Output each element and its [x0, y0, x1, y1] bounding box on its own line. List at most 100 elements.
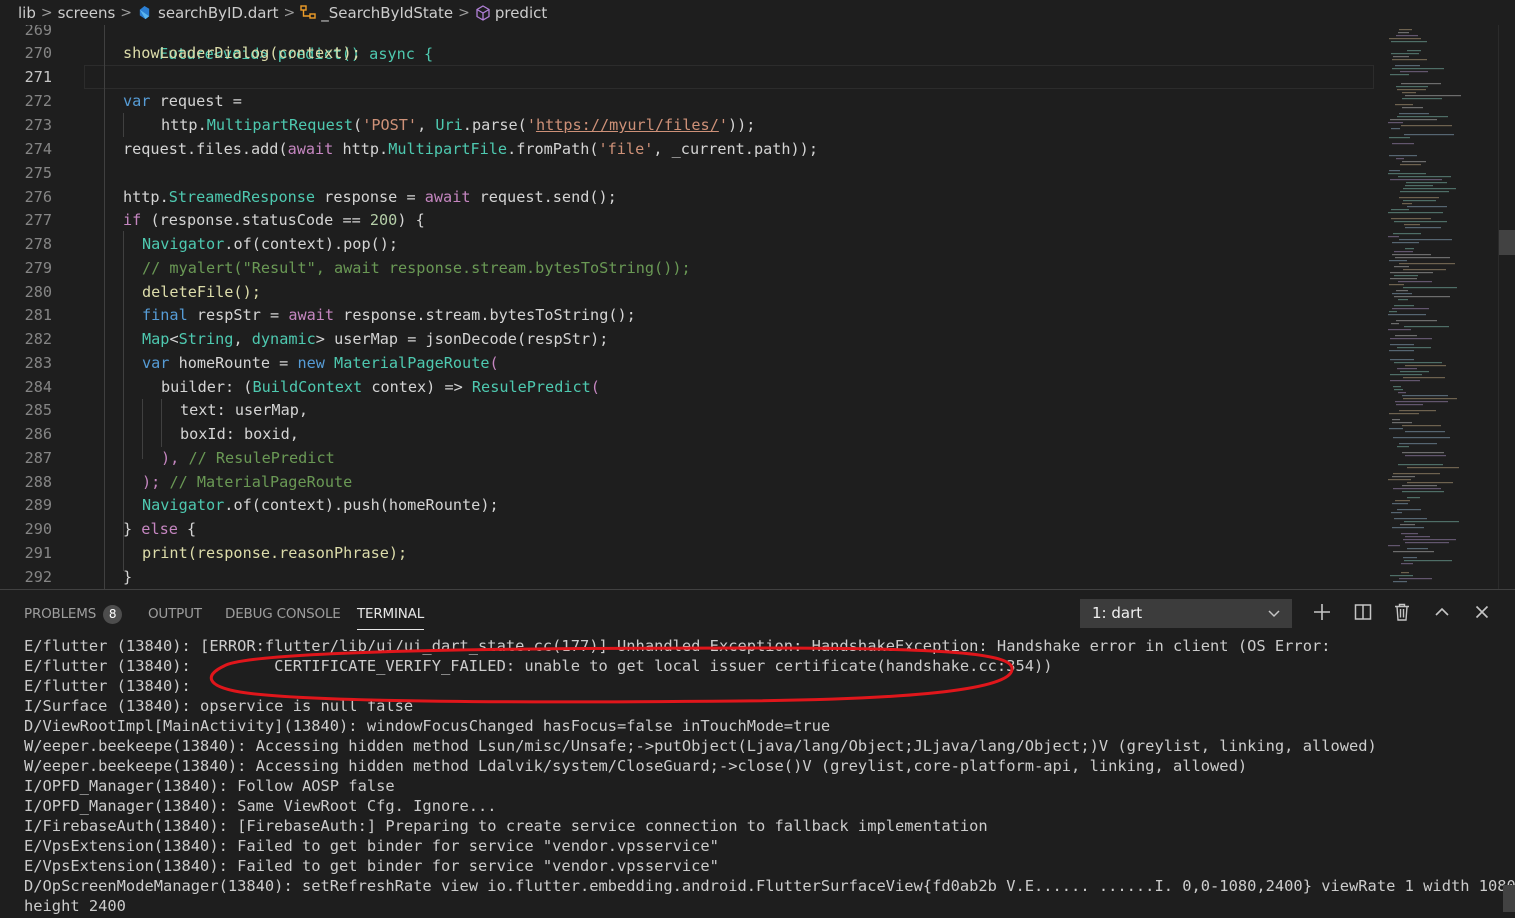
breadcrumb-method-label: predict — [494, 3, 548, 22]
minimap-line — [1394, 296, 1450, 298]
line-number: 282 — [24, 330, 52, 348]
minimap-line — [1394, 518, 1427, 520]
code-token: showLoaderDialog(context); — [123, 44, 361, 62]
minimap-line — [1388, 173, 1426, 175]
code-token: response = — [315, 188, 425, 206]
chevron-up-icon[interactable] — [1430, 600, 1454, 624]
terminal-output[interactable]: E/flutter (13840): [ERROR:flutter/lib/ui… — [24, 635, 1515, 918]
tab-output[interactable]: OUTPUT — [148, 604, 202, 624]
code-token: Map — [142, 330, 170, 348]
code-token: http. — [333, 140, 389, 158]
minimap-line — [1394, 251, 1413, 253]
minimap-line — [1402, 92, 1416, 94]
minimap-line — [1403, 557, 1417, 559]
minimap-line — [1395, 104, 1413, 106]
terminal-select[interactable]: 1: dart — [1080, 599, 1292, 628]
minimap-line — [1391, 323, 1399, 325]
terminal-scrollbar-thumb[interactable] — [1503, 885, 1515, 912]
minimap-line — [1391, 41, 1427, 43]
split-icon[interactable] — [1351, 600, 1375, 624]
minimap-line — [1395, 257, 1450, 259]
minimap-line — [1401, 83, 1441, 85]
breadcrumb-class-label: _SearchByIdState — [321, 3, 454, 22]
plus-icon[interactable] — [1310, 600, 1334, 624]
minimap-line — [1388, 122, 1403, 124]
indent-guide — [104, 25, 105, 589]
minimap-line — [1396, 158, 1404, 160]
code-line-288: ); // MaterialPageRoute — [142, 470, 352, 494]
code-token: boxId: boxid, — [180, 425, 299, 443]
line-number: 290 — [24, 520, 52, 538]
code-token: request.files.add( — [123, 140, 288, 158]
code-token: < — [169, 330, 179, 348]
minimap-line — [1389, 284, 1404, 286]
terminal-line: height 2400 — [24, 897, 126, 915]
code-token: respStr = — [187, 306, 289, 324]
minimap-line — [1404, 326, 1449, 328]
minimap-line — [1403, 287, 1457, 289]
code-line-283: var homeRounte = new MaterialPageRoute( — [142, 351, 499, 375]
tab-debug-console[interactable]: DEBUG CONSOLE — [225, 604, 341, 624]
minimap-line — [1392, 59, 1427, 61]
minimap-line — [1407, 467, 1459, 469]
minimap[interactable] — [1384, 25, 1484, 589]
code-token: await — [288, 306, 335, 324]
tab-terminal[interactable]: TERMINAL — [357, 604, 424, 630]
editor-scrollbar[interactable] — [1498, 25, 1515, 589]
minimap-line — [1391, 209, 1409, 211]
minimap-line — [1388, 479, 1411, 481]
code-token: BuildContext — [252, 378, 363, 396]
minimap-line — [1400, 371, 1429, 373]
breadcrumb-method[interactable]: predict — [475, 4, 547, 22]
code-token: deleteFile(); — [142, 283, 261, 301]
minimap-line — [1394, 275, 1418, 277]
code-token: ( — [489, 354, 499, 372]
minimap-line — [1392, 293, 1412, 295]
code-token: { — [177, 520, 197, 538]
minimap-line — [1389, 311, 1397, 313]
method-icon — [476, 4, 490, 21]
code-line-278: Navigator.of(context).pop(); — [142, 232, 398, 256]
minimap-line — [1399, 578, 1432, 580]
code-comment: // MaterialPageRoute — [169, 473, 353, 491]
code-token: ' — [718, 116, 728, 134]
code-area[interactable]: Future<void> predict() async { showLoade… — [104, 25, 1374, 589]
trash-icon[interactable] — [1390, 600, 1414, 624]
code-line-269: Future<void> predict() async { — [104, 25, 433, 63]
scrollbar-thumb[interactable] — [1499, 230, 1515, 255]
code-token: request.send(); — [470, 188, 617, 206]
code-editor[interactable]: 269 270 271 272 273 274 275 276 277 278 279 280 281 2… — [0, 25, 1515, 589]
close-icon[interactable] — [1470, 600, 1494, 624]
minimap-line — [1390, 575, 1413, 577]
minimap-line — [1389, 428, 1403, 430]
minimap-line — [1395, 65, 1420, 67]
line-number: 279 — [24, 259, 52, 277]
breadcrumb-class[interactable]: _SearchByIdState — [300, 4, 453, 22]
code-token: MultipartFile — [388, 140, 508, 158]
minimap-line — [1390, 278, 1417, 280]
minimap-line — [1403, 539, 1456, 541]
minimap-line — [1398, 299, 1408, 301]
breadcrumb-lib[interactable]: lib — [18, 4, 36, 22]
terminal-line: I/Surface (13840): opservice is null fal… — [24, 697, 414, 715]
code-line-287: ), // ResulePredict — [161, 446, 335, 470]
minimap-line — [1394, 266, 1409, 268]
tab-problems[interactable]: PROBLEMS 8 — [24, 604, 123, 624]
breadcrumb-file[interactable]: searchByID.dart — [137, 4, 279, 22]
minimap-line — [1405, 431, 1445, 433]
minimap-line — [1404, 521, 1459, 523]
line-number: 270 — [24, 44, 52, 62]
minimap-line — [1389, 350, 1414, 352]
minimap-line — [1404, 560, 1452, 562]
minimap-line — [1394, 305, 1414, 307]
minimap-line — [1401, 125, 1452, 127]
minimap-line — [1402, 425, 1441, 427]
minimap-line — [1405, 95, 1461, 97]
minimap-line — [1397, 368, 1417, 370]
minimap-line — [1390, 338, 1432, 340]
terminal-line: I/OPFD_Manager(13840): Follow AOSP false — [24, 777, 395, 795]
code-line-281: final respStr = await response.stream.by… — [142, 303, 636, 327]
breadcrumb-screens[interactable]: screens — [58, 4, 116, 22]
url-link[interactable]: https://myurl/files/ — [536, 116, 719, 134]
minimap-line — [1403, 200, 1436, 202]
